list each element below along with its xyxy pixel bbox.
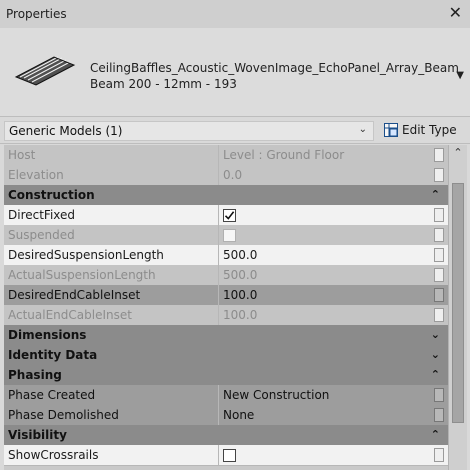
property-row-actualsuspensionlength[interactable]: ActualSuspensionLength 500.0	[4, 265, 448, 286]
property-value-text: 100.0	[223, 308, 258, 322]
property-value-text: 100.0	[223, 288, 258, 302]
property-name: Elevation	[8, 168, 64, 182]
category-label: Visibility	[8, 428, 67, 442]
family-type-line-1: CeilingBaffles_Acoustic_WovenImage_EchoP…	[90, 61, 459, 75]
property-row-desiredsuspensionlength[interactable]: DesiredSuspensionLength 500.0	[4, 245, 448, 266]
properties-panel: Properties ✕ CeilingBaffles_Acoustic_Wov…	[0, 0, 470, 470]
row-edit-handle[interactable]	[434, 248, 444, 262]
property-row-phase-demolished[interactable]: Phase Demolished None	[4, 405, 448, 426]
checkbox[interactable]	[223, 208, 236, 222]
category-label: Construction	[8, 188, 95, 202]
collapse-icon[interactable]: ⌃	[431, 188, 440, 201]
property-value[interactable]	[218, 445, 434, 465]
property-name: DesiredSuspensionLength	[8, 248, 164, 262]
property-value[interactable]: None	[218, 405, 434, 425]
property-row-directfixed[interactable]: DirectFixed	[4, 205, 448, 226]
close-icon[interactable]: ✕	[449, 3, 462, 23]
property-name: DirectFixed	[8, 208, 76, 222]
scroll-up-icon[interactable]: ⌃	[452, 147, 464, 159]
family-type-line-2: Beam 200 - 12mm - 193	[90, 77, 237, 91]
property-value-text: None	[223, 408, 255, 422]
row-edit-handle	[434, 308, 444, 322]
property-value[interactable]: 500.0	[218, 245, 434, 265]
edit-type-button[interactable]: Edit Type	[384, 121, 457, 139]
properties-scrollbar[interactable]: ⌃	[448, 145, 467, 470]
property-row-suspended[interactable]: Suspended	[4, 225, 448, 246]
property-name: ShowCrossrails	[8, 448, 99, 462]
collapse-icon[interactable]: ⌃	[431, 368, 440, 381]
property-value-text: New Construction	[223, 388, 330, 402]
property-name: Phase Created	[8, 388, 96, 402]
scroll-thumb[interactable]	[452, 183, 464, 423]
property-value[interactable]: New Construction	[218, 385, 434, 405]
category-identity-data[interactable]: Identity Data ⌄	[4, 345, 448, 366]
selection-filter-bar: Generic Models (1) ⌄ Edit Type	[0, 117, 470, 144]
property-name: ActualSuspensionLength	[8, 268, 156, 282]
property-row-showcrossrails[interactable]: ShowCrossrails	[4, 445, 448, 466]
property-value[interactable]	[218, 205, 434, 225]
row-edit-handle[interactable]	[434, 288, 444, 302]
expand-icon[interactable]: ⌄	[431, 328, 440, 341]
property-name: Host	[8, 148, 36, 162]
family-type-name: CeilingBaffles_Acoustic_WovenImage_EchoP…	[90, 60, 459, 92]
property-name: Suspended	[8, 228, 75, 242]
category-phasing[interactable]: Phasing ⌃	[4, 365, 448, 386]
category-label: Dimensions	[8, 328, 87, 342]
collapse-icon[interactable]: ⌃	[431, 428, 440, 441]
category-dimensions[interactable]: Dimensions ⌄	[4, 325, 448, 346]
property-row-actualendcableinset[interactable]: ActualEndCableInset 100.0	[4, 305, 448, 326]
checkmark-icon	[224, 210, 235, 220]
row-edit-handle	[434, 228, 444, 242]
type-dropdown-chevron-icon[interactable]: ▼	[456, 70, 464, 81]
element-filter-dropdown[interactable]: Generic Models (1) ⌄	[4, 121, 374, 141]
category-visibility[interactable]: Visibility ⌃	[4, 425, 448, 446]
category-label: Phasing	[8, 368, 62, 382]
property-value: 100.0	[218, 305, 434, 325]
property-name: ActualEndCableInset	[8, 308, 132, 322]
type-header[interactable]: CeilingBaffles_Acoustic_WovenImage_EchoP…	[0, 28, 470, 117]
property-value-text: 500.0	[223, 248, 258, 262]
checkbox	[223, 228, 236, 242]
row-edit-handle[interactable]	[434, 388, 444, 402]
property-row-elevation[interactable]: Elevation 0.0	[4, 165, 448, 186]
property-row-phase-created[interactable]: Phase Created New Construction	[4, 385, 448, 406]
category-construction[interactable]: Construction ⌃	[4, 185, 448, 206]
row-edit-handle	[434, 268, 444, 282]
row-edit-handle[interactable]	[434, 408, 444, 422]
property-value-text: 0.0	[223, 168, 243, 182]
panel-titlebar: Properties ✕	[0, 0, 470, 29]
element-filter-label: Generic Models (1)	[9, 124, 123, 138]
category-label: Identity Data	[8, 348, 98, 362]
expand-icon[interactable]: ⌄	[431, 348, 440, 361]
property-value: 0.0	[218, 165, 434, 185]
family-preview-icon	[10, 32, 80, 102]
chevron-down-icon: ⌄	[358, 124, 367, 135]
row-edit-handle[interactable]	[434, 208, 444, 222]
property-row-host[interactable]: Host Level : Ground Floor	[4, 145, 448, 166]
checkbox[interactable]	[223, 448, 236, 462]
property-value: 500.0	[218, 265, 434, 285]
edit-type-icon	[384, 123, 398, 137]
property-name: Phase Demolished	[8, 408, 119, 422]
properties-grid: Host Level : Ground Floor Elevation 0.0 Cons…	[4, 145, 448, 470]
row-edit-handle	[434, 168, 444, 182]
property-value	[218, 225, 434, 245]
property-name: DesiredEndCableInset	[8, 288, 141, 302]
property-row-desiredendcableinset[interactable]: DesiredEndCableInset 100.0	[4, 285, 448, 306]
property-value-text: 500.0	[223, 268, 258, 282]
property-value-text: Level : Ground Floor	[223, 148, 345, 162]
property-value: Level : Ground Floor	[218, 145, 434, 165]
panel-title: Properties	[6, 7, 67, 21]
property-value[interactable]: 100.0	[218, 285, 434, 305]
row-edit-handle	[434, 148, 444, 162]
row-edit-handle[interactable]	[434, 448, 444, 462]
edit-type-label: Edit Type	[402, 123, 457, 137]
